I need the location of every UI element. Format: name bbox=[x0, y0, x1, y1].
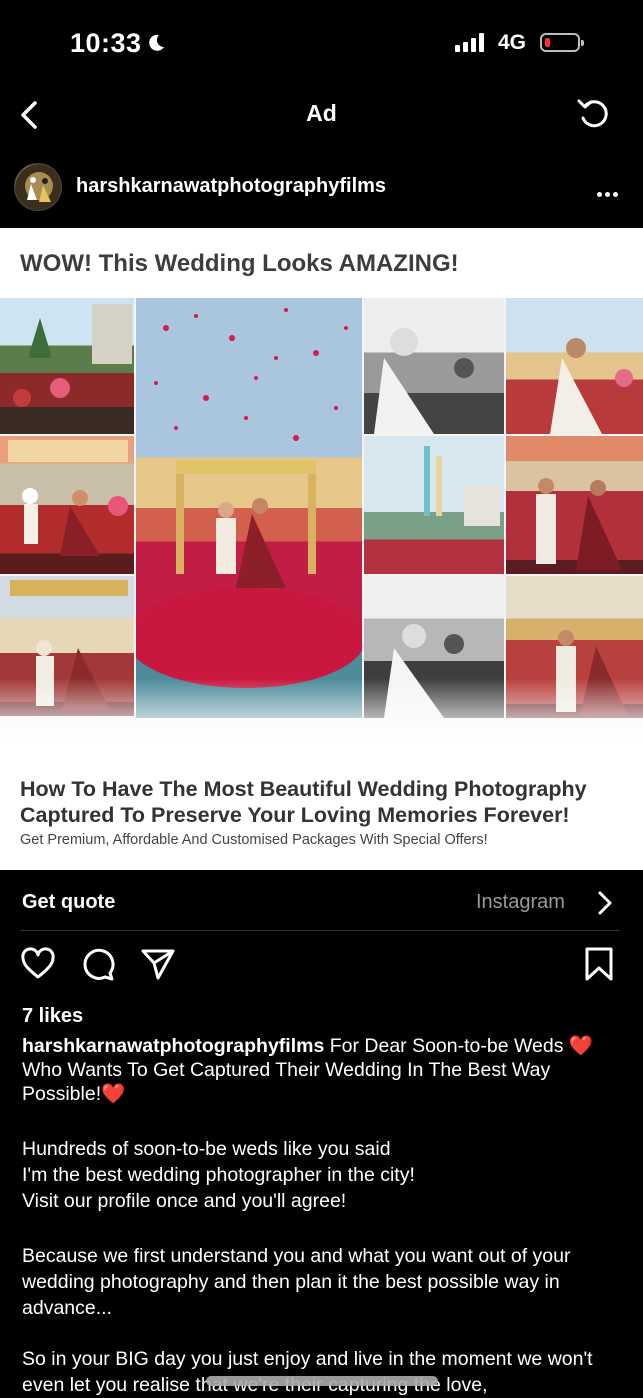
collage-photo-7 bbox=[506, 436, 643, 574]
battery-icon bbox=[540, 33, 584, 52]
ad-headline: WOW! This Wedding Looks AMAZING! bbox=[20, 250, 459, 277]
post-caption: harshkarnawatphotographyfilms For Dear S… bbox=[22, 1034, 632, 1106]
status-time: 10:33 bbox=[70, 28, 142, 58]
ad-copy-title: How To Have The Most Beautiful Wedding P… bbox=[20, 777, 587, 827]
caption-username[interactable]: harshkarnawatphotographyfilms bbox=[22, 1035, 324, 1057]
chevron-right-icon[interactable] bbox=[596, 890, 614, 916]
status-bar: 10:33 4G bbox=[0, 0, 643, 88]
heart-icon[interactable] bbox=[20, 946, 56, 982]
avatar[interactable] bbox=[14, 163, 62, 211]
refresh-icon[interactable] bbox=[576, 96, 612, 132]
comment-icon[interactable] bbox=[80, 946, 116, 982]
page-title: Ad bbox=[306, 100, 337, 126]
post-header: harshkarnawatphotographyfilms bbox=[0, 160, 643, 216]
bookmark-icon[interactable] bbox=[582, 946, 616, 982]
collage-photo-4 bbox=[364, 298, 504, 434]
collage-fade bbox=[0, 678, 643, 742]
caption-intro-a: For Dear Soon-to-be Weds bbox=[329, 1035, 564, 1057]
divider bbox=[20, 930, 620, 931]
heart-emoji-icon: ❤️ bbox=[568, 1035, 594, 1057]
caption-paragraph-1: Hundreds of soon-to-be weds like you sai… bbox=[22, 1138, 415, 1212]
post-actions bbox=[0, 946, 643, 996]
heart-emoji-icon: ❤️ bbox=[101, 1083, 126, 1105]
share-icon[interactable] bbox=[140, 946, 176, 982]
cta-row[interactable]: Get quote Instagram bbox=[0, 872, 643, 932]
more-icon[interactable] bbox=[597, 184, 621, 202]
collage-photo-6 bbox=[364, 436, 504, 574]
post-username[interactable]: harshkarnawatphotographyfilms bbox=[76, 175, 386, 198]
collage-photo-2 bbox=[0, 436, 134, 574]
cta-source-label: Instagram bbox=[476, 891, 565, 913]
home-indicator[interactable] bbox=[206, 1376, 438, 1386]
likes-count[interactable]: 7 likes bbox=[22, 1005, 83, 1028]
nav-bar: Ad bbox=[0, 88, 643, 143]
collage-photo-1 bbox=[0, 298, 134, 434]
moon-icon bbox=[149, 34, 164, 51]
get-quote-button[interactable]: Get quote bbox=[22, 891, 115, 914]
caption-paragraph-3: So in your BIG day you just enjoy and li… bbox=[22, 1348, 593, 1396]
ad-card[interactable]: WOW! This Wedding Looks AMAZING! How To … bbox=[0, 228, 643, 870]
caption-paragraph-2: Because we first understand you and what… bbox=[22, 1245, 571, 1319]
collage-photo-5 bbox=[506, 298, 643, 434]
ad-copy-subtitle: Get Premium, Affordable And Customised P… bbox=[20, 832, 488, 848]
ad-image-collage[interactable] bbox=[0, 298, 643, 742]
collage-photo-main bbox=[136, 298, 362, 718]
network-type: 4G bbox=[498, 31, 527, 54]
